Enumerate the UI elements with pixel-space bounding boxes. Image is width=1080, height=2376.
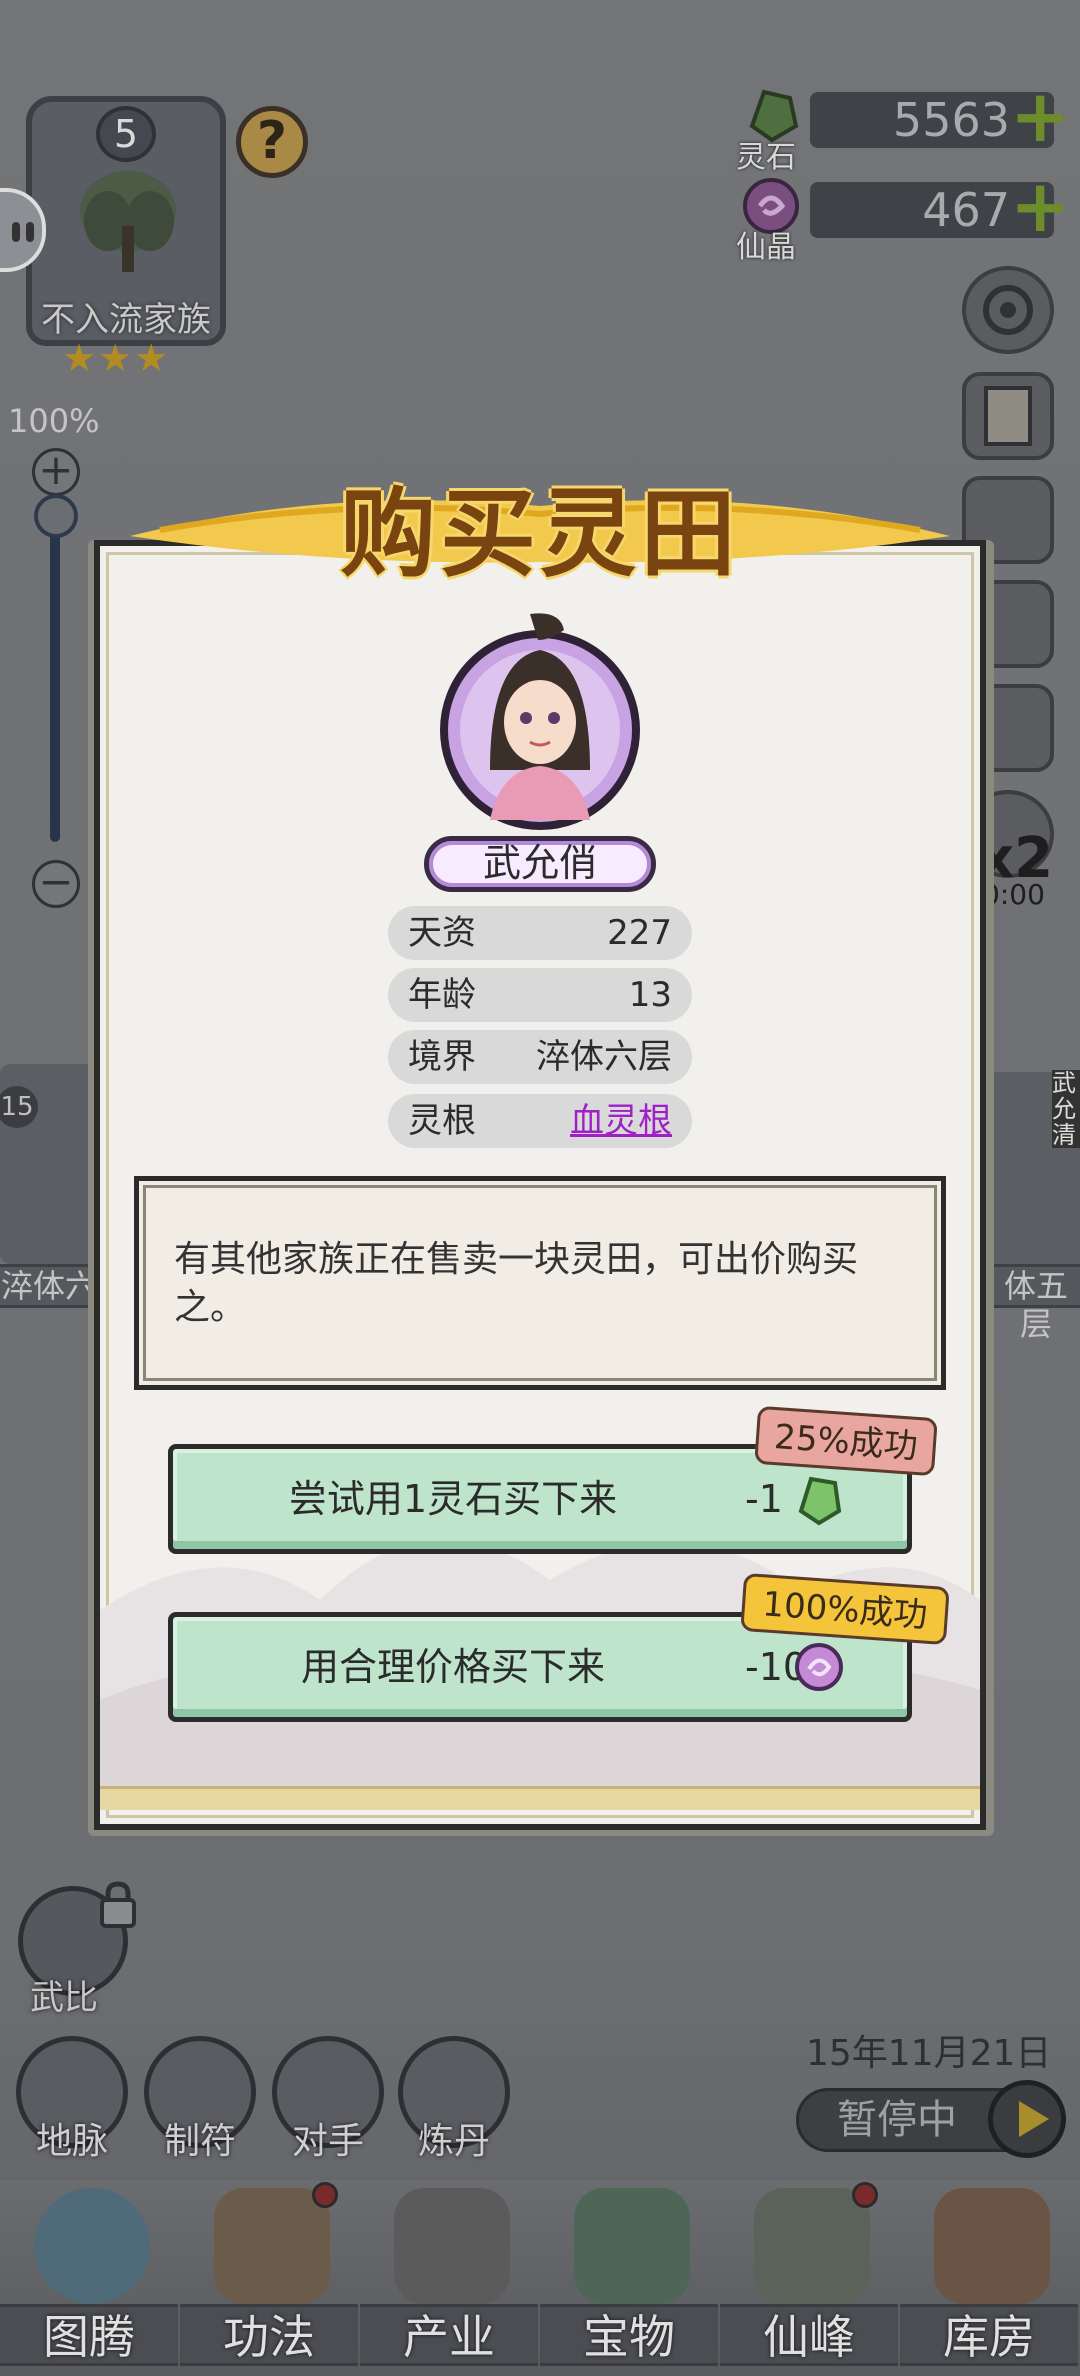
- disciple-card-right-name: 武允清: [1052, 1070, 1080, 1148]
- stat-row-realm: 境界 淬体六层: [388, 1030, 692, 1084]
- treasure-icon: [574, 2188, 690, 2304]
- currency-label: 灵石: [736, 140, 796, 175]
- peak-icon: [754, 2188, 870, 2304]
- industry-icon: [394, 2188, 510, 2304]
- disciple-name: 武允俏: [424, 836, 656, 892]
- description-text: 有其他家族正在售卖一块灵田，可出价购买之。: [174, 1239, 859, 1328]
- stat-label: 年龄: [408, 975, 476, 1015]
- stat-row-talent: 天资 227: [388, 906, 692, 960]
- martial-contest-label: 武比: [30, 1978, 98, 2018]
- settings-gear-button[interactable]: [962, 266, 1054, 354]
- nav-label: 图腾: [0, 2304, 178, 2366]
- add-immortal-crystal-button[interactable]: +: [1010, 170, 1070, 242]
- immortal-crystal-icon: [795, 1643, 843, 1691]
- gear-icon: [983, 285, 1033, 335]
- notification-dot: [312, 2182, 338, 2208]
- storehouse-icon: [934, 2188, 1050, 2304]
- zoom-in-button[interactable]: +: [32, 448, 80, 496]
- add-spirit-stone-button[interactable]: +: [1010, 80, 1070, 152]
- nav-storehouse[interactable]: 库房: [900, 2180, 1078, 2376]
- zoom-slider-handle[interactable]: [34, 494, 78, 538]
- disciple-card-right-label: 体五层: [986, 1264, 1080, 1343]
- techniques-icon: [214, 2188, 330, 2304]
- lock-icon: [100, 1881, 136, 1928]
- book-icon: [984, 386, 1032, 446]
- pause-label: 暂停中: [837, 2097, 957, 2143]
- dialog-bottom-band: [100, 1786, 980, 1810]
- nav-immortal-peak[interactable]: 仙峰: [720, 2180, 898, 2376]
- stat-label: 灵根: [408, 1101, 476, 1141]
- nav-label: 功法: [180, 2304, 358, 2366]
- nav-label: 仙峰: [720, 2304, 898, 2366]
- family-level: 5: [96, 106, 156, 162]
- talisman-label: 制符: [163, 2121, 236, 2162]
- currency-value: 5563: [892, 93, 1010, 147]
- disciple-level-badge: 15: [0, 1086, 38, 1128]
- nav-industry[interactable]: 产业: [360, 2180, 538, 2376]
- currency-immortal-crystal: 仙晶 467 +: [730, 170, 1070, 265]
- scroll-book-button[interactable]: [962, 372, 1054, 460]
- game-date: 15年11月21日: [806, 2033, 1052, 2074]
- stat-value: 淬体六层: [536, 1037, 672, 1077]
- spirit-root-link[interactable]: 血灵根: [570, 1094, 672, 1148]
- stat-value: 227: [607, 913, 672, 953]
- option-label: 用合理价格买下来: [300, 1645, 605, 1689]
- totem-icon: [34, 2188, 150, 2304]
- dialog-title: 购买灵田: [340, 477, 740, 590]
- alchemy-label: 炼丹: [417, 2121, 490, 2162]
- family-stars: ★★★: [62, 336, 171, 380]
- notification-dot: [852, 2182, 878, 2208]
- play-icon[interactable]: [988, 2080, 1066, 2158]
- nav-treasure[interactable]: 宝物: [540, 2180, 718, 2376]
- nav-techniques[interactable]: 功法: [180, 2180, 358, 2376]
- family-badge[interactable]: 5 不入流家族 ★★★: [18, 96, 233, 380]
- opponent-label: 对手: [291, 2121, 364, 2162]
- zoom-out-button[interactable]: −: [32, 860, 80, 908]
- stat-label: 境界: [408, 1037, 476, 1077]
- zoom-percent: 100%: [8, 402, 100, 440]
- currency-value: 467: [922, 183, 1010, 237]
- nav-label: 宝物: [540, 2304, 718, 2366]
- help-button[interactable]: ?: [236, 106, 308, 178]
- spirit-stone-icon: [798, 1476, 842, 1526]
- stat-row-spirit-root: 灵根 血灵根: [388, 1094, 692, 1148]
- nav-totem[interactable]: 图腾: [0, 2180, 178, 2376]
- stat-label: 天资: [408, 913, 476, 953]
- zoom-slider-track[interactable]: [50, 512, 60, 842]
- tree-icon: [80, 171, 176, 272]
- currency-label: 仙晶: [736, 230, 796, 265]
- option-label: 尝试用1灵石买下来: [288, 1477, 618, 1521]
- family-name: 不入流家族: [41, 300, 211, 340]
- nav-label: 库房: [900, 2304, 1078, 2366]
- success-chance-tag: 25%成功: [754, 1405, 938, 1477]
- stat-row-age: 年龄 13: [388, 968, 692, 1022]
- nav-label: 产业: [360, 2304, 538, 2366]
- currency-spirit-stone: 灵石 5563 +: [730, 80, 1070, 175]
- earth-vein-label: 地脉: [35, 2121, 108, 2162]
- stat-value: 13: [628, 975, 672, 1015]
- disciple-portrait: [440, 613, 640, 830]
